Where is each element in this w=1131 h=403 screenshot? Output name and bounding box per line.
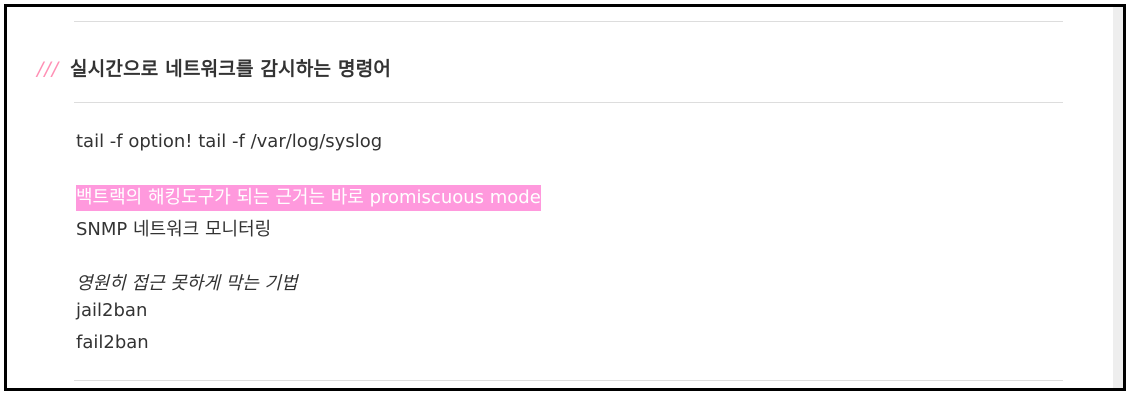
highlighted-text: 백트랙의 해킹도구가 되는 근거는 바로 promiscuous mode <box>76 185 541 211</box>
divider-bottom <box>74 380 1063 381</box>
section-heading: /// 실시간으로 네트워크를 감시하는 명령어 <box>37 54 391 81</box>
paragraph-jail2ban: jail2ban <box>76 300 148 321</box>
divider-under-heading <box>74 102 1063 103</box>
divider-top <box>74 21 1063 22</box>
post-content: /// 실시간으로 네트워크를 감시하는 명령어 tail -f option!… <box>7 7 1113 388</box>
paragraph-fail2ban: fail2ban <box>76 332 149 353</box>
heading-slashes-icon: /// <box>37 58 60 80</box>
screenshot-frame: /// 실시간으로 네트워크를 감시하는 명령어 tail -f option!… <box>4 4 1126 391</box>
paragraph-italic-note: 영원히 접근 못하게 막는 기법 <box>76 273 298 294</box>
paragraph-snmp: SNMP 네트워크 모니터링 <box>76 219 272 240</box>
heading-text: 실시간으로 네트워크를 감시하는 명령어 <box>70 58 392 80</box>
paragraph-tail-command: tail -f option! tail -f /var/log/syslog <box>76 131 383 152</box>
paragraph-promiscuous-mode: 백트랙의 해킹도구가 되는 근거는 바로 promiscuous mode <box>76 183 541 211</box>
scrollbar[interactable] <box>1113 7 1123 388</box>
